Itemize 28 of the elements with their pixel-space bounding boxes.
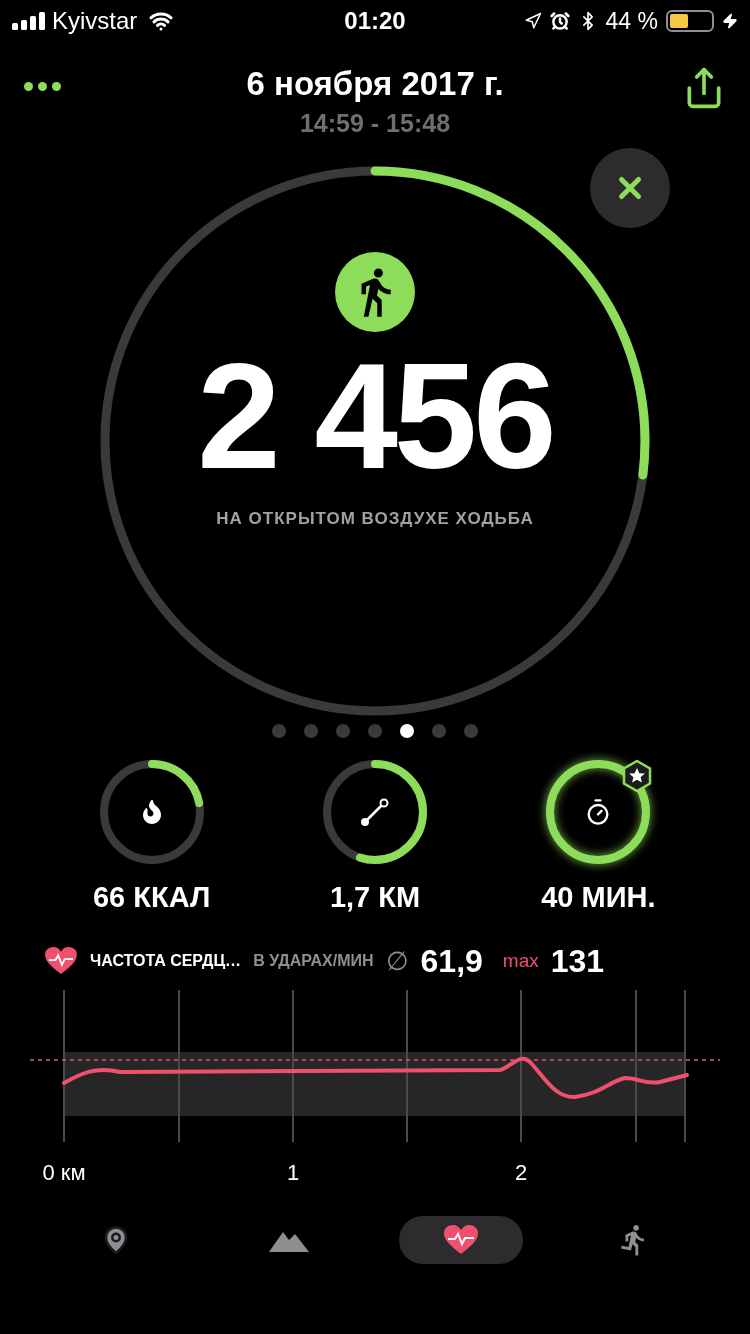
battery-icon bbox=[666, 10, 714, 32]
max-heart-rate: 131 bbox=[550, 942, 605, 981]
metric-value: 66 ККАЛ bbox=[93, 880, 211, 915]
carrier-name: Kyivstar bbox=[52, 6, 138, 36]
workout-date: 6 ноября 2017 г. bbox=[246, 64, 504, 104]
heart-pulse-icon bbox=[44, 947, 78, 975]
metric-value: 1,7 КМ bbox=[329, 880, 421, 915]
location-icon bbox=[523, 12, 542, 30]
activity-type: НА ОТКРЫТОМ ВОЗДУХЕ ХОДЬБА bbox=[216, 508, 534, 530]
step-count: 2 456 bbox=[197, 336, 553, 496]
average-symbol: ∅ bbox=[385, 944, 409, 978]
axis-label: 2 bbox=[514, 1159, 528, 1187]
axis-label: 0 км bbox=[42, 1159, 86, 1187]
heart-rate-title: ЧАСТОТА СЕРДЦ… bbox=[90, 951, 242, 971]
average-heart-rate: 61,9 bbox=[420, 942, 483, 981]
heart-rate-unit: В УДАРАХ/МИН bbox=[253, 951, 374, 971]
signal-icon bbox=[12, 12, 46, 30]
battery-percent: 44 % bbox=[605, 6, 658, 36]
route-icon bbox=[359, 796, 391, 828]
charging-icon bbox=[722, 13, 738, 29]
workout-time-range: 14:59 - 15:48 bbox=[299, 108, 451, 139]
axis-label: 1 bbox=[286, 1159, 300, 1187]
max-label: max bbox=[502, 948, 539, 973]
tab-button[interactable] bbox=[399, 1216, 524, 1264]
status-time: 01:20 bbox=[344, 6, 406, 36]
alarm-icon bbox=[549, 11, 570, 31]
metric-value: 40 МИН. bbox=[541, 880, 656, 915]
heart-pulse-icon bbox=[444, 1225, 479, 1255]
